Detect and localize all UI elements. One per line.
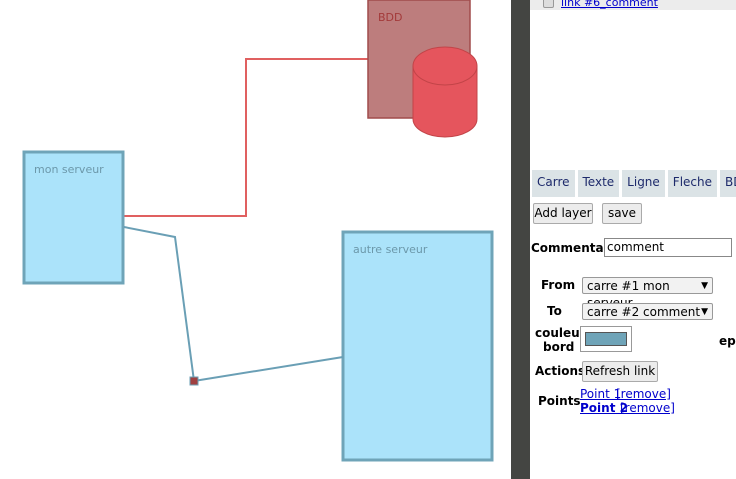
dropdown-arrow-icon: ▼ — [701, 281, 708, 291]
from-label: From — [541, 278, 576, 292]
from-select[interactable]: carre #1 mon serveur ▼ — [582, 277, 713, 310]
diagram-svg — [22, 0, 494, 462]
layer-toggle-icon[interactable] — [543, 0, 554, 8]
properties-panel: link #6_comment Carre Texte Ligne Fleche… — [530, 0, 736, 479]
tab-fleche[interactable]: Fleche — [667, 170, 718, 197]
to-select-value: carre #2 comment — [587, 305, 701, 319]
thickness-label: epa — [719, 334, 736, 348]
link-red[interactable] — [124, 58, 368, 217]
refresh-link-button[interactable]: Refresh link — [582, 361, 658, 382]
border-color-swatch[interactable] — [580, 326, 632, 352]
points-label: Points — [538, 394, 581, 408]
add-layer-button[interactable]: Add layer — [533, 203, 593, 224]
to-label: To — [547, 304, 562, 318]
actions-label: Actions — [535, 364, 586, 378]
server-box-2[interactable] — [341, 230, 494, 462]
shape-tabs: Carre Texte Ligne Fleche BDD — [532, 170, 736, 197]
comment-input[interactable]: comment — [604, 238, 732, 257]
tab-texte[interactable]: Texte — [577, 170, 620, 197]
point-1-remove-link[interactable]: [remove] — [616, 387, 671, 401]
tab-bdd[interactable]: BDD — [720, 170, 736, 197]
panel-divider[interactable] — [511, 0, 530, 479]
link-point-handle[interactable] — [189, 376, 199, 386]
layer-list: link #6_comment — [530, 0, 736, 10]
database-icon — [412, 46, 478, 138]
tab-ligne[interactable]: Ligne — [622, 170, 665, 197]
server-2-label: autre serveur — [353, 243, 428, 256]
tab-carre[interactable]: Carre — [532, 170, 575, 197]
layer-link[interactable]: link #6_comment — [561, 0, 658, 9]
save-button[interactable]: save — [602, 203, 642, 224]
db-label: BDD — [378, 11, 403, 24]
drawing-canvas[interactable]: mon serveur autre serveur BDD — [0, 0, 511, 479]
dropdown-arrow-icon: ▼ — [701, 307, 708, 317]
link-blue[interactable] — [123, 226, 344, 383]
border-color-label-line1: couleur — [535, 326, 586, 340]
to-select[interactable]: carre #2 comment ▼ — [582, 303, 713, 320]
server-1-label: mon serveur — [34, 163, 104, 176]
border-color-fill — [585, 332, 627, 346]
point-2-remove-link[interactable]: [remove] — [620, 401, 675, 415]
border-color-label-line2: bord — [543, 340, 575, 354]
